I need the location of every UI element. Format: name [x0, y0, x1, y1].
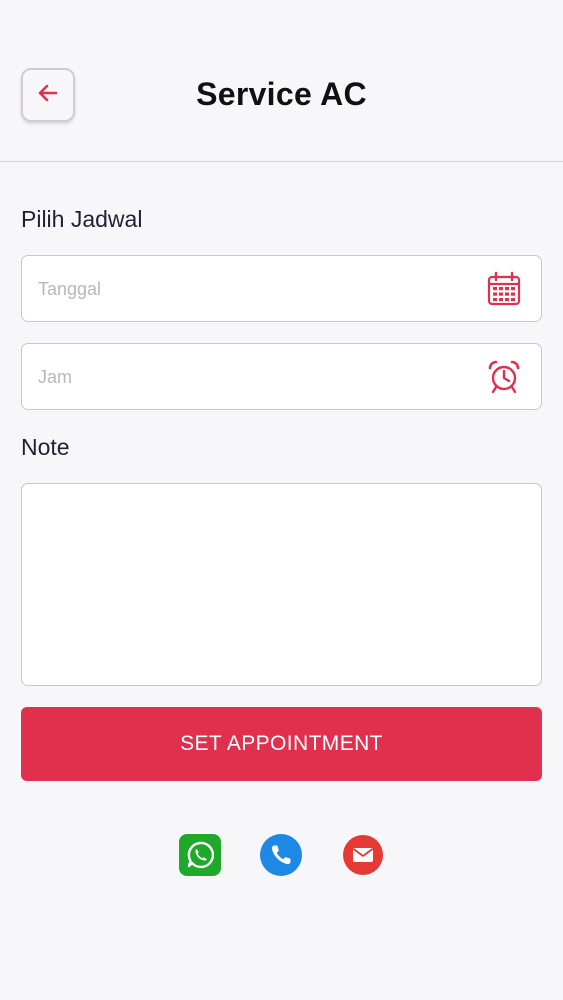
whatsapp-button[interactable] [179, 833, 221, 881]
schedule-label: Pilih Jadwal [21, 206, 143, 232]
alarm-clock-icon[interactable] [485, 358, 523, 396]
appointment-screen: Service AC Pilih Jadwal Tanggal Jam Note… [0, 0, 563, 1000]
time-field[interactable] [21, 343, 542, 411]
phone-icon [260, 833, 302, 881]
whatsapp-icon [179, 833, 221, 881]
note-textarea[interactable] [21, 483, 542, 686]
note-label: Note [21, 434, 70, 460]
page-title: Service AC [196, 76, 367, 112]
calendar-icon[interactable] [485, 270, 523, 308]
phone-button[interactable] [260, 833, 302, 881]
header: Service AC [0, 0, 563, 162]
set-appointment-button[interactable]: SET APPOINTMENT [21, 707, 542, 781]
contact-options [0, 833, 563, 881]
time-input[interactable] [36, 344, 480, 411]
date-input[interactable] [36, 256, 480, 323]
date-field[interactable] [21, 255, 542, 323]
email-icon [342, 834, 384, 881]
email-button[interactable] [342, 834, 384, 881]
